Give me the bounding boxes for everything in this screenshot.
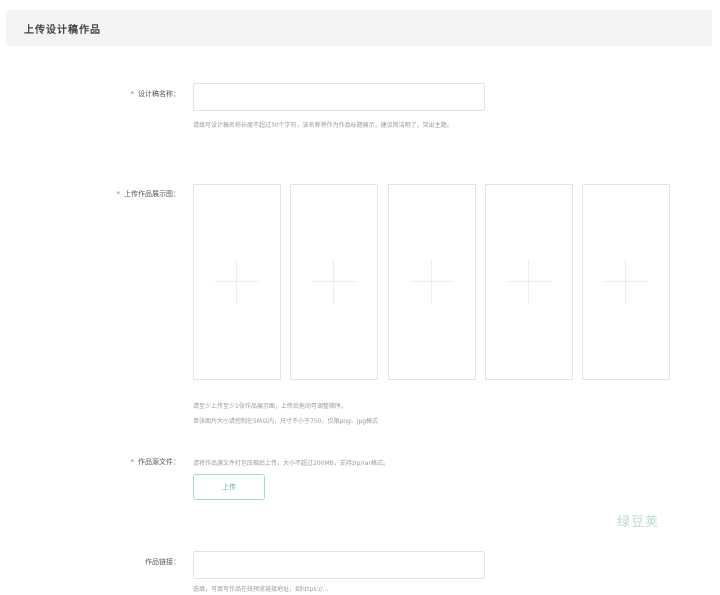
watermark: 绿豆荚 [617, 515, 660, 530]
required-mark: * [130, 458, 135, 466]
page-title: 上传设计稿作品 [24, 25, 101, 36]
image-upload-slot[interactable] [388, 184, 476, 380]
source-file-hint: 请将作品源文件打包压缩后上传，大小不超过200MB，支持zip/rar格式。 [193, 460, 390, 467]
preview-link-hint: 选填，可填写作品在线预览链接地址，如https://... [193, 586, 329, 593]
preview-link-input[interactable] [193, 551, 485, 579]
plus-icon [410, 260, 454, 304]
upload-button[interactable]: 上传 [193, 474, 265, 500]
image-upload-slot[interactable] [582, 184, 670, 380]
required-mark: * [130, 90, 135, 98]
design-name-label: * 设计稿名称： [130, 90, 181, 98]
source-file-label: * 作品源文件： [130, 458, 181, 466]
plus-icon [507, 260, 551, 304]
design-name-input[interactable] [193, 83, 485, 111]
image-upload-slot[interactable] [485, 184, 573, 380]
plus-icon [604, 260, 648, 304]
content-images-hint-line: 请至少上传至少1张作品展示图，上传后拖动可调整顺序。 [193, 403, 347, 410]
image-upload-slot[interactable] [290, 184, 378, 380]
required-mark: * [116, 190, 121, 198]
content-images-hint-line: 单张图片大小请控制在5M以内，尺寸不小于750，仅限png、jpg格式 [193, 418, 379, 425]
page-header: 上传设计稿作品 [6, 10, 712, 46]
image-upload-slot[interactable] [193, 184, 281, 380]
content-images-label: * 上传作品展示图： [116, 190, 181, 198]
plus-icon [215, 260, 259, 304]
plus-icon [312, 260, 356, 304]
design-name-hint: 请填写设计稿名称长度不超过30个字符，该名称将作为作品标题展示，建议简洁明了，突… [193, 122, 453, 129]
preview-link-label: 作品链接： [145, 558, 180, 566]
